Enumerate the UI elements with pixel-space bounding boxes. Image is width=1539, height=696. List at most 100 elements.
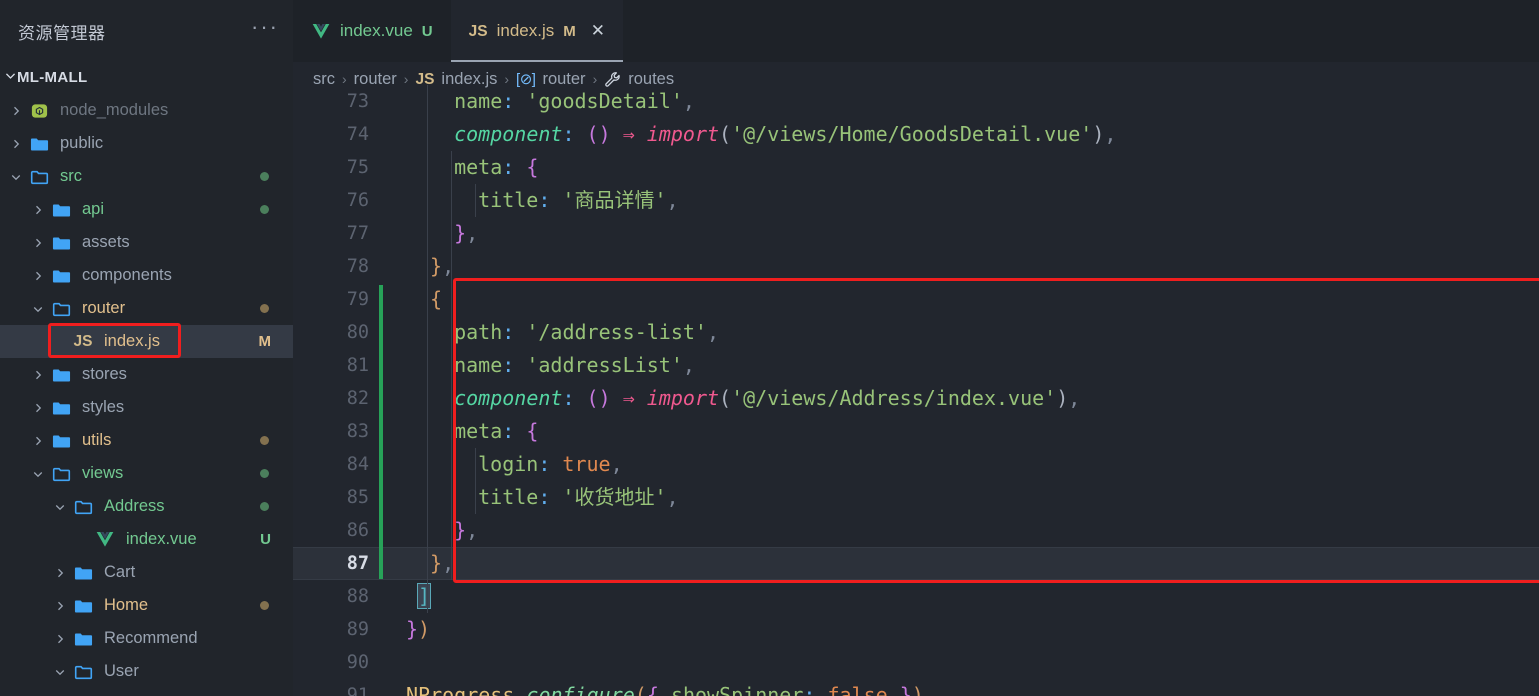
chevron-down-icon[interactable] <box>50 501 70 513</box>
close-icon[interactable]: ✕ <box>591 21 605 41</box>
code-line: 79 { <box>293 283 1539 316</box>
tree-item-cart[interactable]: Cart <box>0 556 293 589</box>
line-number: 82 <box>346 388 369 409</box>
indent-guide <box>427 580 429 613</box>
folder-icon <box>48 400 74 416</box>
line-number: 80 <box>346 322 369 343</box>
tree-item-address[interactable]: Address <box>0 490 293 523</box>
chevron-down-icon[interactable] <box>28 303 48 315</box>
change-dot-indicator <box>260 469 269 478</box>
line-number: 89 <box>346 619 369 640</box>
code-text: }) <box>406 617 431 641</box>
tree-item-components[interactable]: components <box>0 259 293 292</box>
tree-item-assets[interactable]: assets <box>0 226 293 259</box>
workspace-root-row[interactable]: ML-MALL <box>0 62 293 92</box>
code-text: path: '/address-list', <box>454 320 720 344</box>
tree-item-user[interactable]: User <box>0 655 293 688</box>
chevron-right-icon[interactable] <box>50 600 70 612</box>
tree-item-api[interactable]: api <box>0 193 293 226</box>
tree-item-label: Address <box>104 497 165 515</box>
chevron-right-icon[interactable] <box>6 138 26 150</box>
indent-guide <box>451 316 453 349</box>
tree-item-index-js[interactable]: JS index.js M <box>0 325 293 358</box>
more-actions-icon[interactable]: ··· <box>251 15 279 41</box>
code-editor[interactable]: 73 name: 'goodsDetail', 74 component: () ⇒ … <box>293 85 1539 696</box>
tree-item-home[interactable]: Home <box>0 589 293 622</box>
code-text: }, <box>454 518 479 542</box>
tree-item-label: views <box>82 464 124 482</box>
chevron-right-icon[interactable] <box>50 567 70 579</box>
line-number: 91 <box>346 685 369 696</box>
code-line: 91 NProgress.configure({ showSpinner: fal… <box>293 679 1539 696</box>
chevron-right-icon[interactable] <box>28 435 48 447</box>
tab-index-vue[interactable]: index.vue U <box>293 0 451 62</box>
code-line: 89}) <box>293 613 1539 646</box>
folder-icon <box>70 565 96 581</box>
chevron-down-icon[interactable] <box>28 468 48 480</box>
code-line: 85 title: '收货地址', <box>293 481 1539 514</box>
file-tree: node_modules public src api assets components… <box>0 92 293 688</box>
indent-guide <box>451 448 453 481</box>
change-dot-indicator <box>260 304 269 313</box>
code-line: 78}, <box>293 250 1539 283</box>
indent-guide <box>427 481 429 514</box>
code-line: 73 name: 'goodsDetail', <box>293 85 1539 118</box>
indent-guide <box>451 349 453 382</box>
tree-item-index-vue[interactable]: index.vue U <box>0 523 293 556</box>
chevron-right-icon[interactable] <box>6 105 26 117</box>
code-line: 74 component: () ⇒ import('@/views/Home/G… <box>293 118 1539 151</box>
code-text: name: 'addressList', <box>454 353 695 377</box>
tree-item-node-modules[interactable]: node_modules <box>0 94 293 127</box>
folder-icon <box>70 598 96 614</box>
tree-item-label: components <box>82 266 172 284</box>
chevron-down-icon[interactable] <box>6 171 26 183</box>
chevron-right-icon[interactable] <box>50 633 70 645</box>
folder-icon <box>48 235 74 251</box>
tree-item-recommend[interactable]: Recommend <box>0 622 293 655</box>
chevron-right-icon[interactable] <box>28 204 48 216</box>
tree-item-public[interactable]: public <box>0 127 293 160</box>
tree-item-router[interactable]: router <box>0 292 293 325</box>
line-number: 73 <box>346 91 369 112</box>
indent-guide <box>427 547 429 580</box>
tree-item-label: index.js <box>104 332 160 350</box>
change-dot-indicator <box>260 205 269 214</box>
tree-item-label: src <box>60 167 82 185</box>
indent-guide <box>427 217 429 250</box>
line-number: 86 <box>346 520 369 541</box>
indent-guide <box>451 481 453 514</box>
tree-item-utils[interactable]: utils <box>0 424 293 457</box>
indent-guide <box>451 184 453 217</box>
change-dot-indicator <box>260 436 269 445</box>
git-status-badge: M <box>258 333 272 350</box>
tree-item-stores[interactable]: stores <box>0 358 293 391</box>
chevron-right-icon[interactable] <box>28 270 48 282</box>
tree-item-views[interactable]: views <box>0 457 293 490</box>
tab-index-js[interactable]: JS index.js M ✕ <box>450 0 624 62</box>
code-text: meta: { <box>454 419 539 443</box>
tree-item-styles[interactable]: styles <box>0 391 293 424</box>
indent-guide <box>451 547 453 580</box>
tree-item-label: Cart <box>104 563 136 581</box>
editor-pane: index.vue U JS index.js M ✕ src › router › JS inde… <box>293 0 1539 696</box>
tree-item-label: Home <box>104 596 149 614</box>
code-text: login: true, <box>478 452 623 476</box>
indent-guide <box>475 481 477 514</box>
chevron-down-icon[interactable] <box>50 666 70 678</box>
folder-icon <box>26 136 52 152</box>
line-number: 81 <box>346 355 369 376</box>
folder-open-icon <box>48 301 74 317</box>
indent-guide <box>451 283 453 316</box>
change-dot-indicator <box>260 601 269 610</box>
code-text: component: () ⇒ import('@/views/Home/Goo… <box>454 122 1117 146</box>
code-line: 77}, <box>293 217 1539 250</box>
chevron-right-icon[interactable] <box>28 237 48 249</box>
indent-guide <box>451 514 453 547</box>
indent-guide <box>427 448 429 481</box>
indent-guide <box>427 514 429 547</box>
chevron-right-icon[interactable] <box>28 369 48 381</box>
indent-guide <box>451 415 453 448</box>
tree-item-src[interactable]: src <box>0 160 293 193</box>
chevron-right-icon[interactable] <box>28 402 48 414</box>
code-text: NProgress.configure({ showSpinner: false… <box>406 683 924 696</box>
